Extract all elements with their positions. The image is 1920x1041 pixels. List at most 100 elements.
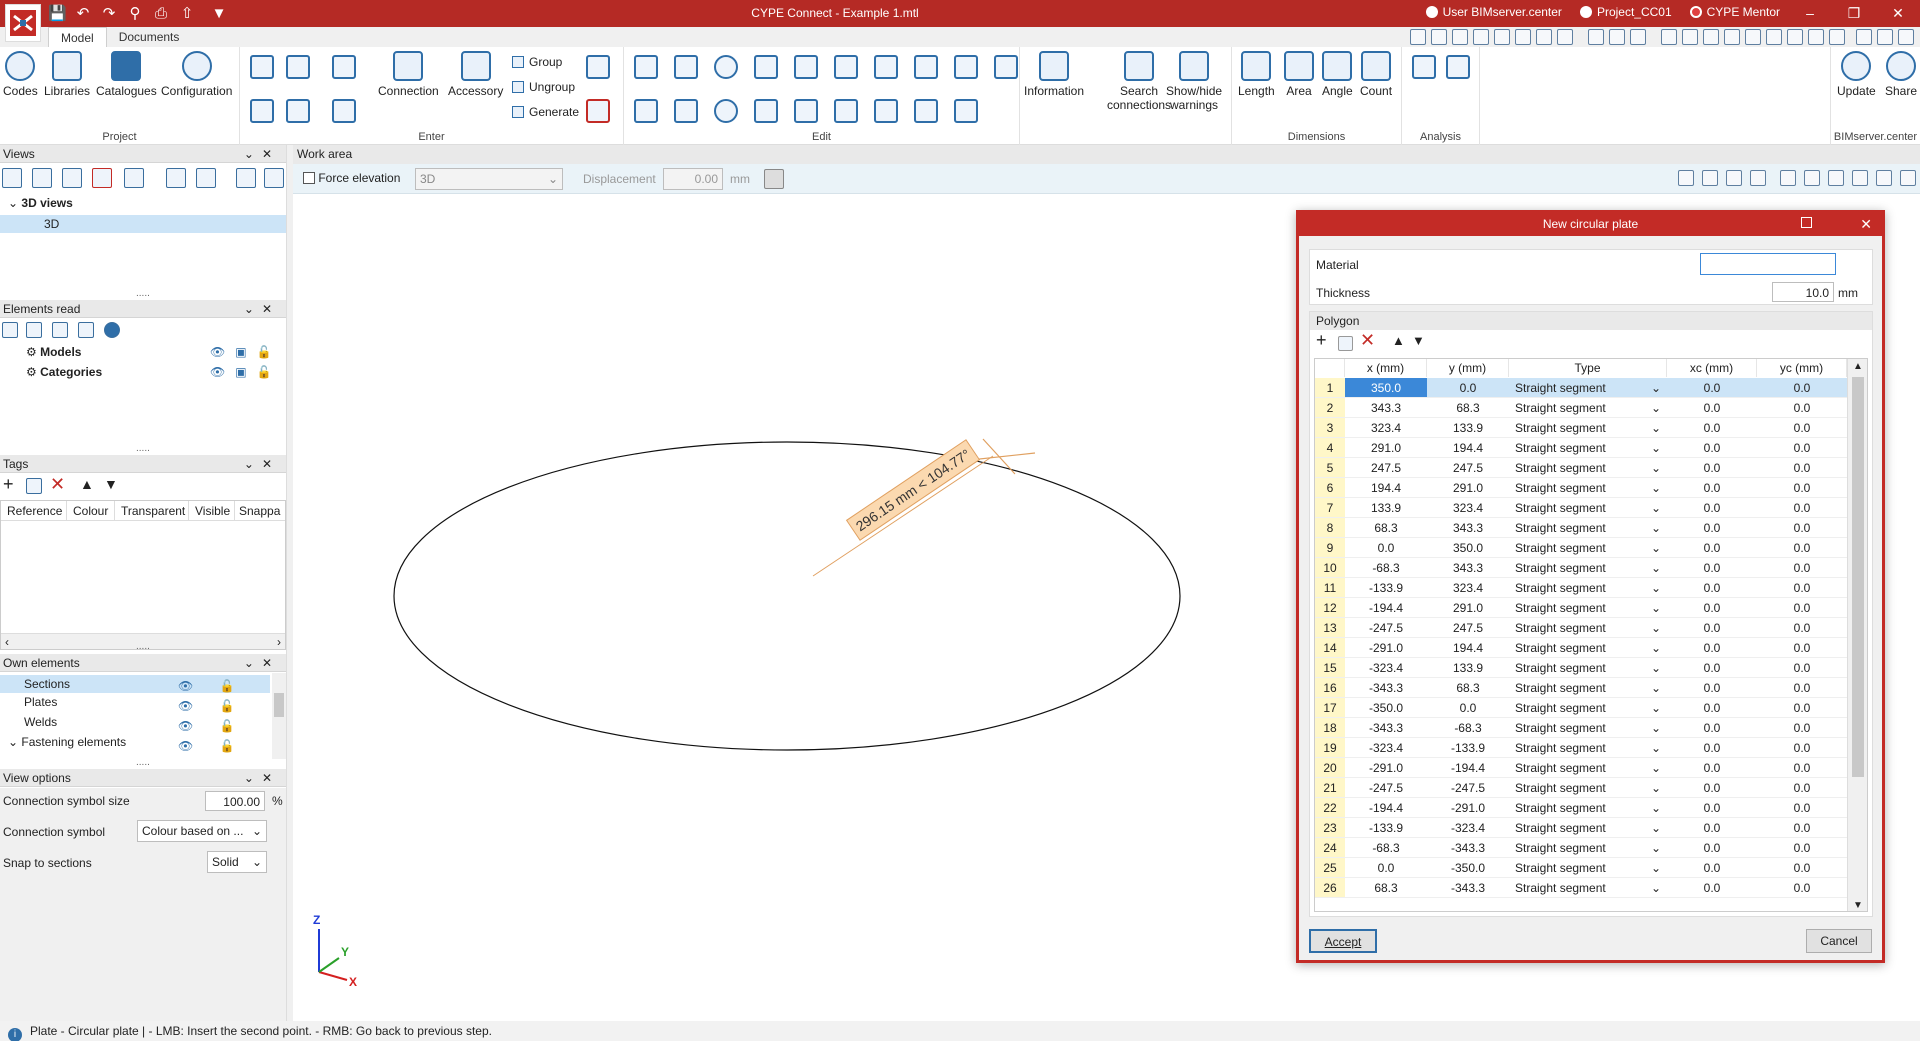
column-type[interactable]: Type (1509, 359, 1667, 377)
list-icon[interactable] (1829, 29, 1845, 45)
y-cell[interactable]: -350.0 (1427, 858, 1509, 878)
y-cell[interactable]: -194.4 (1427, 758, 1509, 778)
app-logo[interactable] (5, 4, 41, 42)
duplicate-icon[interactable] (26, 478, 42, 494)
y-cell[interactable]: 323.4 (1427, 578, 1509, 598)
yc-cell[interactable]: 0.0 (1757, 698, 1847, 718)
display-mode-3-icon[interactable] (1828, 170, 1844, 186)
splitter-grip[interactable]: ..... (136, 641, 150, 652)
tree-item-categories[interactable]: ⚙ Categories (26, 365, 102, 379)
yc-cell[interactable]: 0.0 (1757, 878, 1847, 898)
type-cell[interactable]: Straight segment (1509, 778, 1667, 798)
type-cell[interactable]: Straight segment (1509, 718, 1667, 738)
y-cell[interactable]: 133.9 (1427, 418, 1509, 438)
filter-icon[interactable] (52, 322, 68, 338)
models-visibility-controls[interactable]: 👁 ▣ 🔓 (210, 345, 272, 359)
extend-icon[interactable] (874, 55, 898, 79)
table-row[interactable]: 18 -343.3 -68.3 Straight segment ⌄ 0.0 0.0 (1315, 718, 1847, 738)
move-up-icon[interactable]: ▲ (80, 476, 94, 492)
display-mode-5-icon[interactable] (1876, 170, 1892, 186)
information-button[interactable]: Information (1024, 51, 1084, 98)
chevron-down-icon[interactable]: ⌄ (1649, 678, 1663, 698)
plane-select[interactable]: 3D ⌄ (415, 168, 563, 190)
anchor-view-icon[interactable] (1750, 170, 1766, 186)
cube-settings-icon[interactable] (264, 168, 284, 188)
add-vertex-icon[interactable]: + (1316, 330, 1327, 351)
snap-select[interactable]: Solid ⌄ (207, 851, 267, 873)
add-icon[interactable]: + (3, 474, 14, 495)
scale-arrows-icon[interactable] (914, 99, 938, 123)
y-cell[interactable]: 291.0 (1427, 478, 1509, 498)
chevron-down-icon[interactable]: ⌄ (1649, 558, 1663, 578)
type-cell[interactable]: Straight segment (1509, 578, 1667, 598)
chevron-down-icon[interactable]: ⌄ (1649, 638, 1663, 658)
x-cell[interactable]: -194.4 (1345, 598, 1427, 618)
scroll-up-icon[interactable]: ▲ (1853, 361, 1863, 372)
x-cell[interactable]: -323.4 (1345, 658, 1427, 678)
table-row[interactable]: 5 247.5 247.5 Straight segment ⌄ 0.0 0.0 (1315, 458, 1847, 478)
beam-icon[interactable] (332, 55, 356, 79)
ruler-icon[interactable] (1766, 29, 1782, 45)
y-cell[interactable]: -323.4 (1427, 818, 1509, 838)
table-row[interactable]: 25 0.0 -350.0 Straight segment ⌄ 0.0 0.0 (1315, 858, 1847, 878)
force-elevation-checkbox[interactable]: Force elevation (303, 171, 400, 185)
tree-item-plates[interactable]: Plates (24, 695, 57, 709)
x-cell[interactable]: -350.0 (1345, 698, 1427, 718)
edit-view-icon[interactable] (62, 168, 82, 188)
show-hide-warnings-button[interactable]: Show/hide warnings (1166, 51, 1222, 112)
xc-cell[interactable]: 0.0 (1667, 838, 1757, 858)
chevron-down-icon[interactable]: ⌄ (1649, 578, 1663, 598)
panel-controls[interactable]: ⌄✕ (244, 145, 280, 163)
axes-icon[interactable] (1678, 170, 1694, 186)
zoom-window-icon[interactable] (1431, 29, 1447, 45)
yc-cell[interactable]: 0.0 (1757, 838, 1847, 858)
generate-button[interactable]: Generate (512, 105, 579, 119)
layout-icon[interactable] (1703, 29, 1719, 45)
yc-cell[interactable]: 0.0 (1757, 758, 1847, 778)
undo-view-icon[interactable] (1410, 29, 1426, 45)
type-cell[interactable]: Straight segment (1509, 818, 1667, 838)
chevron-down-icon[interactable]: ⌄ (1649, 538, 1663, 558)
search-connections-button[interactable]: Search connections (1107, 51, 1171, 112)
table-row[interactable]: 13 -247.5 247.5 Straight segment ⌄ 0.0 0.0 (1315, 618, 1847, 638)
y-cell[interactable]: -343.3 (1427, 838, 1509, 858)
x-cell[interactable]: 350.0 (1345, 378, 1427, 398)
xc-cell[interactable]: 0.0 (1667, 678, 1757, 698)
close-window-button[interactable]: ✕ (1876, 0, 1920, 27)
chevron-down-icon[interactable]: ⌄ (1649, 418, 1663, 438)
xc-cell[interactable]: 0.0 (1667, 658, 1757, 678)
symbol-size-input[interactable]: 100.00 (205, 791, 265, 811)
type-cell[interactable]: Straight segment (1509, 638, 1667, 658)
panel-controls[interactable]: ⌄✕ (244, 769, 280, 787)
x-cell[interactable]: -68.3 (1345, 838, 1427, 858)
column-x[interactable]: x (mm) (1345, 359, 1427, 377)
xc-cell[interactable]: 0.0 (1667, 878, 1757, 898)
x-cell[interactable]: 323.4 (1345, 418, 1427, 438)
table-row[interactable]: 15 -323.4 133.9 Straight segment ⌄ 0.0 0.0 (1315, 658, 1847, 678)
group-button[interactable]: Group (512, 55, 562, 69)
xc-cell[interactable]: 0.0 (1667, 638, 1757, 658)
yc-cell[interactable]: 0.0 (1757, 718, 1847, 738)
table-row[interactable]: 14 -291.0 194.4 Straight segment ⌄ 0.0 0.0 (1315, 638, 1847, 658)
symmetry-icon[interactable] (754, 99, 778, 123)
yc-cell[interactable]: 0.0 (1757, 518, 1847, 538)
plate-icon[interactable] (286, 55, 310, 79)
add-3d-view-icon[interactable] (32, 168, 52, 188)
chevron-down-icon[interactable]: ⌄ (1649, 518, 1663, 538)
camera-settings-icon[interactable] (196, 168, 216, 188)
x-cell[interactable]: 291.0 (1345, 438, 1427, 458)
accept-button[interactable]: Accept (1309, 929, 1377, 953)
align-icon[interactable] (834, 55, 858, 79)
xc-cell[interactable]: 0.0 (1667, 558, 1757, 578)
left-panel-splitter[interactable] (286, 145, 293, 1021)
refresh-icon[interactable] (1473, 29, 1489, 45)
y-cell[interactable]: 194.4 (1427, 438, 1509, 458)
table-icon[interactable] (1682, 29, 1698, 45)
xc-cell[interactable]: 0.0 (1667, 798, 1757, 818)
yc-cell[interactable]: 0.0 (1757, 558, 1847, 578)
ungroup-button[interactable]: Ungroup (512, 80, 575, 94)
chevron-down-icon[interactable]: ⌄ (1649, 658, 1663, 678)
type-cell[interactable]: Straight segment (1509, 418, 1667, 438)
stretch-icon[interactable] (834, 99, 858, 123)
xc-cell[interactable]: 0.0 (1667, 618, 1757, 638)
